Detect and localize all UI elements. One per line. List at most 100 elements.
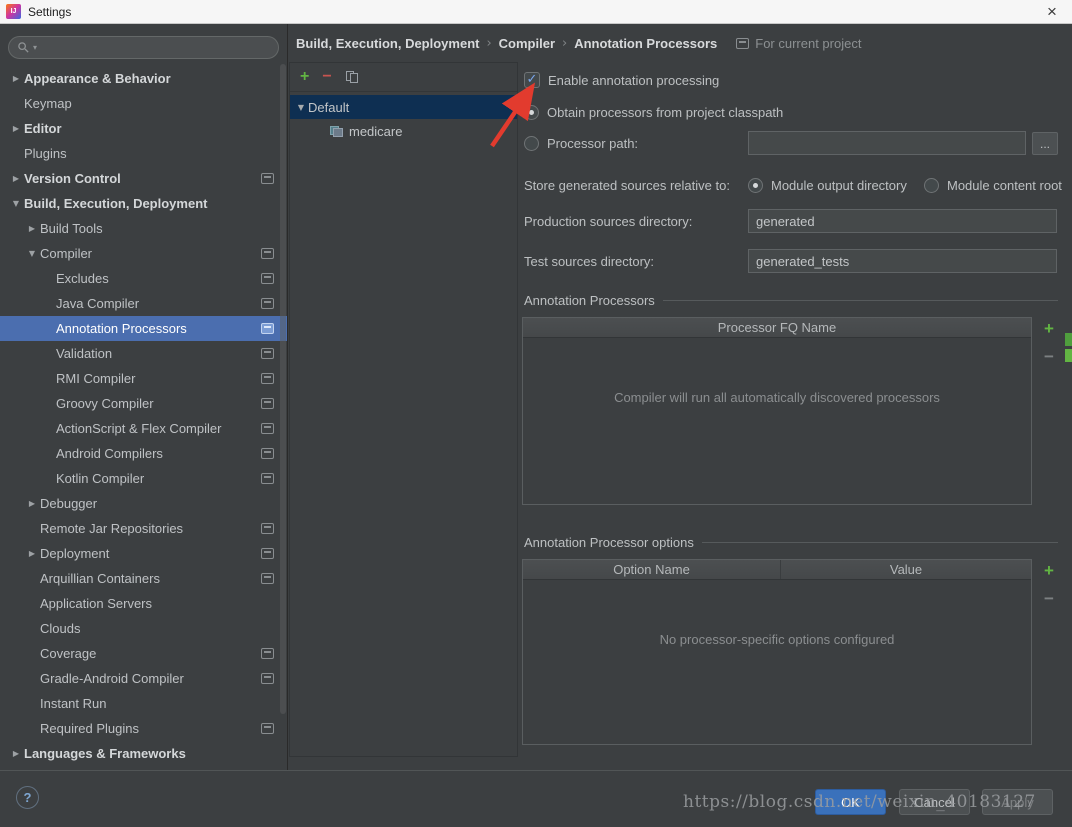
module-label: medicare bbox=[349, 124, 402, 139]
breadcrumb-item-annotation-processors[interactable]: Annotation Processors bbox=[574, 36, 717, 51]
module-content-root-radio[interactable] bbox=[924, 178, 939, 193]
browse-button[interactable]: ... bbox=[1032, 132, 1058, 155]
sidebar-item-required-plugins[interactable]: Required Plugins bbox=[0, 716, 287, 741]
sidebar-item-android-compilers[interactable]: Android Compilers bbox=[0, 441, 287, 466]
sidebar-item-application-servers[interactable]: Application Servers bbox=[0, 591, 287, 616]
ok-button[interactable]: OK bbox=[815, 789, 886, 815]
for-current-project-label: For current project bbox=[736, 36, 861, 51]
sidebar-item-label: Arquillian Containers bbox=[40, 571, 160, 586]
chevron-right-icon[interactable]: ▶ bbox=[24, 499, 40, 508]
close-icon[interactable]: × bbox=[1032, 0, 1072, 24]
processors-section-label: Annotation Processors bbox=[524, 293, 655, 308]
sidebar-item-gradle-android-compiler[interactable]: Gradle-Android Compiler bbox=[0, 666, 287, 691]
chevron-right-icon[interactable]: ▶ bbox=[24, 224, 40, 233]
chevron-down-icon[interactable]: ▼ bbox=[24, 249, 40, 258]
sidebar-item-keymap[interactable]: Keymap bbox=[0, 91, 287, 116]
module-item-medicare[interactable]: medicare bbox=[290, 119, 517, 143]
sidebar-item-instant-run[interactable]: Instant Run bbox=[0, 691, 287, 716]
sidebar-item-annotation-processors[interactable]: Annotation Processors bbox=[0, 316, 287, 341]
sidebar-item-label: Remote Jar Repositories bbox=[40, 521, 183, 536]
per-project-settings-icon bbox=[261, 298, 274, 309]
chevron-right-icon[interactable]: ▶ bbox=[8, 174, 24, 183]
processor-path-radio[interactable] bbox=[524, 136, 539, 151]
sidebar-scrollbar[interactable] bbox=[280, 64, 286, 714]
processor-path-input[interactable] bbox=[748, 131, 1026, 155]
sidebar-item-appearance-behavior[interactable]: ▶Appearance & Behavior bbox=[0, 66, 287, 91]
apply-button[interactable]: Apply bbox=[982, 789, 1053, 815]
sidebar-item-label: Android Compilers bbox=[56, 446, 163, 461]
sidebar-item-label: Plugins bbox=[24, 146, 67, 161]
sidebar-item-label: Keymap bbox=[24, 96, 72, 111]
search-box[interactable]: ▾ bbox=[8, 36, 279, 59]
sidebar-item-remote-jar-repositories[interactable]: Remote Jar Repositories bbox=[0, 516, 287, 541]
sidebar-item-kotlin-compiler[interactable]: Kotlin Compiler bbox=[0, 466, 287, 491]
options-table-header: Option Name Value bbox=[523, 560, 1031, 580]
sidebar-item-arquillian-containers[interactable]: Arquillian Containers bbox=[0, 566, 287, 591]
sidebar-item-editor[interactable]: ▶Editor bbox=[0, 116, 287, 141]
per-project-settings-icon bbox=[261, 273, 274, 284]
intellij-logo-icon: IJ bbox=[6, 4, 21, 19]
help-button[interactable]: ? bbox=[16, 786, 39, 809]
sidebar-item-coverage[interactable]: Coverage bbox=[0, 641, 287, 666]
sidebar-item-version-control[interactable]: ▶Version Control bbox=[0, 166, 287, 191]
sidebar-item-label: Validation bbox=[56, 346, 112, 361]
sidebar-item-label: Compiler bbox=[40, 246, 92, 261]
chevron-right-icon[interactable]: ▶ bbox=[8, 749, 24, 758]
processors-empty-message: Compiler will run all automatically disc… bbox=[523, 390, 1031, 405]
breadcrumb-item-compiler[interactable]: Compiler bbox=[499, 36, 555, 51]
sidebar-item-actionscript-flex-compiler[interactable]: ActionScript & Flex Compiler bbox=[0, 416, 287, 441]
cancel-button[interactable]: Cancel bbox=[899, 789, 970, 815]
sidebar-item-groovy-compiler[interactable]: Groovy Compiler bbox=[0, 391, 287, 416]
obtain-from-classpath-label: Obtain processors from project classpath bbox=[547, 105, 783, 120]
add-processor-button[interactable]: + bbox=[1038, 318, 1060, 340]
remove-processor-button[interactable]: − bbox=[1038, 346, 1060, 368]
per-project-settings-icon bbox=[261, 523, 274, 534]
search-input[interactable] bbox=[40, 40, 270, 55]
per-project-settings-icon bbox=[261, 473, 274, 484]
sidebar-item-build-execution-deployment[interactable]: ▼Build, Execution, Deployment bbox=[0, 191, 287, 216]
production-sources-input[interactable]: generated bbox=[748, 209, 1057, 233]
test-sources-input[interactable]: generated_tests bbox=[748, 249, 1057, 273]
copy-profile-icon[interactable] bbox=[345, 70, 359, 84]
sidebar-item-compiler[interactable]: ▼Compiler bbox=[0, 241, 287, 266]
chevron-down-icon[interactable]: ▼ bbox=[8, 199, 24, 208]
sidebar-item-deployment[interactable]: ▶Deployment bbox=[0, 541, 287, 566]
remove-option-button[interactable]: − bbox=[1038, 588, 1060, 610]
sidebar-item-rmi-compiler[interactable]: RMI Compiler bbox=[0, 366, 287, 391]
sidebar-item-java-compiler[interactable]: Java Compiler bbox=[0, 291, 287, 316]
breadcrumb-item-build-execution-deployment[interactable]: Build, Execution, Deployment bbox=[296, 36, 479, 51]
sidebar-item-debugger[interactable]: ▶Debugger bbox=[0, 491, 287, 516]
chevron-right-icon[interactable]: ▶ bbox=[8, 124, 24, 133]
sidebar-item-excludes[interactable]: Excludes bbox=[0, 266, 287, 291]
sidebar-item-plugins[interactable]: Plugins bbox=[0, 141, 287, 166]
footer-bar: ? OK Cancel Apply bbox=[0, 770, 1072, 827]
profile-item-default[interactable]: ▼ Default bbox=[290, 95, 517, 119]
per-project-settings-icon bbox=[261, 573, 274, 584]
add-profile-button[interactable]: + bbox=[300, 69, 309, 85]
enable-annotation-checkbox[interactable]: ✓ bbox=[524, 72, 540, 88]
sidebar-item-label: Instant Run bbox=[40, 696, 107, 711]
checkmark-icon: ✓ bbox=[527, 72, 538, 87]
sidebar-item-validation[interactable]: Validation bbox=[0, 341, 287, 366]
module-content-root-option: Module content root bbox=[924, 173, 1062, 197]
per-project-settings-icon bbox=[261, 723, 274, 734]
sidebar-item-languages-frameworks[interactable]: ▶Languages & Frameworks bbox=[0, 741, 287, 766]
settings-tree: ▶Appearance & Behavior Keymap ▶Editor Plugi… bbox=[0, 66, 287, 766]
processors-section-title: Annotation Processors bbox=[524, 293, 1058, 308]
chevron-down-icon[interactable]: ▼ bbox=[290, 103, 308, 112]
sidebar-item-label: Coverage bbox=[40, 646, 96, 661]
sidebar-item-build-tools[interactable]: ▶Build Tools bbox=[0, 216, 287, 241]
remove-profile-button[interactable]: − bbox=[322, 69, 331, 85]
chevron-right-icon[interactable]: ▶ bbox=[24, 549, 40, 558]
chevron-right-icon[interactable]: ▶ bbox=[8, 74, 24, 83]
module-output-radio[interactable] bbox=[748, 178, 763, 193]
options-section-title: Annotation Processor options bbox=[524, 535, 1058, 550]
sidebar-item-clouds[interactable]: Clouds bbox=[0, 616, 287, 641]
processors-table-header: Processor FQ Name bbox=[523, 318, 1031, 338]
test-sources-label: Test sources directory: bbox=[524, 254, 654, 269]
obtain-from-classpath-radio[interactable] bbox=[524, 105, 539, 120]
production-sources-label: Production sources directory: bbox=[524, 214, 692, 229]
add-option-button[interactable]: + bbox=[1038, 560, 1060, 582]
sidebar-item-label: Build, Execution, Deployment bbox=[24, 196, 207, 211]
store-relative-row: Store generated sources relative to: bbox=[524, 173, 730, 197]
